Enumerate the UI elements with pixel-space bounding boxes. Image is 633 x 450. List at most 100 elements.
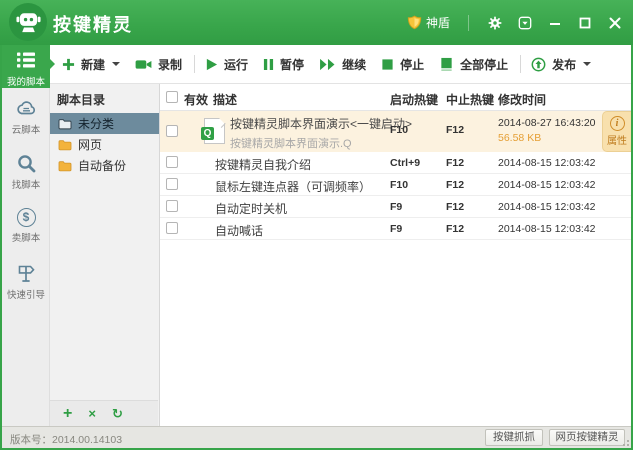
publish-button-label: 发布 — [552, 57, 577, 72]
table-row[interactable]: 自动定时关机 F9 F12 2014-08-15 12:03:42 — [160, 196, 631, 218]
folder-item-auto-backup[interactable]: 自动备份 — [50, 155, 159, 176]
active-item-arrow — [50, 59, 55, 69]
run-button[interactable]: 运行 — [205, 56, 248, 73]
table-row[interactable]: Q 按键精灵脚本界面演示<一键启动> 按键精灵脚本界面演示.Q F10 F12 … — [160, 111, 631, 152]
info-icon: i — [609, 116, 625, 131]
shield-button[interactable]: 神盾 — [407, 14, 450, 31]
search-icon — [15, 152, 37, 174]
web-macro-button[interactable]: 网页按键精灵 — [549, 429, 625, 446]
script-list-icon — [15, 49, 37, 71]
abort-hotkey: F12 — [446, 201, 465, 213]
publish-button[interactable]: 发布 — [531, 56, 592, 73]
directory-title: 脚本目录 — [57, 93, 106, 107]
sidebar-item-my-scripts[interactable]: 我的脚本 — [2, 45, 50, 88]
key-capture-button[interactable]: 按键抓抓 — [485, 429, 543, 446]
script-table: 有效 描述 启动热键 中止热键 修改时间 Q 按键精灵脚本界面演示<一键启动> … — [160, 84, 631, 426]
start-hotkey: F9 — [390, 223, 403, 235]
shield-label: 神盾 — [425, 16, 450, 30]
sidebar-item-label: 我的脚本 — [7, 77, 46, 88]
script-directory-panel: 脚本目录 未分类 网页 自动备份 + × ↻ — [50, 84, 160, 426]
table-row[interactable]: 自动喊话 F9 F12 2014-08-15 12:03:42 — [160, 218, 631, 240]
column-header-valid: 有效 — [184, 93, 209, 107]
row-checkbox[interactable] — [166, 125, 178, 137]
start-hotkey: Ctrl+9 — [390, 157, 421, 169]
column-header-modified: 修改时间 — [498, 93, 547, 107]
abort-hotkey: F12 — [446, 179, 465, 191]
sidebar-item-quick-guide[interactable]: 快速引导 — [2, 258, 50, 308]
stop-all-button[interactable]: 全部停止 — [439, 56, 508, 73]
folder-label: 自动备份 — [78, 159, 127, 173]
app-body: 我的脚本 云脚本 找脚本 $ 卖脚本 快速引导 新建 录制 运行 暂停 继续 停… — [2, 45, 631, 448]
folder-icon — [58, 118, 72, 130]
table-header: 有效 描述 启动热键 中止热键 修改时间 — [160, 84, 631, 111]
publish-icon — [531, 57, 546, 72]
stop-button-label: 停止 — [400, 57, 425, 72]
plus-icon — [62, 58, 75, 71]
sidebar-item-label: 快速引导 — [7, 290, 46, 301]
table-row[interactable]: 鼠标左键连点器（可调频率） F10 F12 2014-08-15 12:03:4… — [160, 174, 631, 196]
select-all-checkbox[interactable] — [166, 91, 178, 103]
toolbar: 新建 录制 运行 暂停 继续 停止 全部停止 发布 — [50, 45, 631, 84]
minimize-icon — [549, 17, 561, 29]
column-header-description: 描述 — [213, 93, 238, 107]
pause-button[interactable]: 暂停 — [263, 56, 304, 73]
script-title: 鼠标左键连点器（可调频率） — [215, 180, 372, 194]
app-title: 按键精灵 — [53, 15, 133, 35]
dollar-glyph: $ — [22, 210, 30, 224]
resume-button[interactable]: 继续 — [319, 56, 366, 73]
maximize-button[interactable] — [577, 15, 593, 31]
fast-forward-icon — [319, 58, 336, 71]
sidebar: 我的脚本 云脚本 找脚本 $ 卖脚本 快速引导 — [2, 45, 55, 426]
cloud-icon — [15, 97, 37, 119]
folder-icon — [58, 139, 72, 151]
stop-icon — [381, 58, 394, 71]
delete-folder-button[interactable]: × — [88, 407, 96, 420]
sidebar-item-find-scripts[interactable]: 找脚本 — [2, 148, 50, 198]
add-folder-button[interactable]: + — [63, 405, 72, 422]
statusbar: 版本号：2014.00.14103 按键抓抓 网页按键精灵 — [2, 426, 631, 448]
sidebar-item-cloud-scripts[interactable]: 云脚本 — [2, 93, 50, 143]
modified-time: 2014-08-15 12:03:42 — [498, 179, 596, 191]
table-row[interactable]: 按键精灵自我介绍 Ctrl+9 F12 2014-08-15 12:03:42 — [160, 152, 631, 174]
script-title: 自动定时关机 — [215, 202, 288, 216]
modified-time: 2014-08-15 12:03:42 — [498, 201, 596, 213]
refresh-button[interactable]: ↻ — [112, 407, 123, 420]
column-header-abort-hotkey: 中止热键 — [446, 93, 495, 107]
new-button[interactable]: 新建 — [62, 56, 121, 73]
row-checkbox[interactable] — [166, 200, 178, 212]
stop-button[interactable]: 停止 — [381, 56, 424, 73]
properties-tab[interactable]: i 属性 — [602, 111, 631, 152]
modified-time: 2014-08-15 12:03:42 — [498, 223, 596, 235]
close-icon — [609, 17, 621, 29]
row-checkbox[interactable] — [166, 178, 178, 190]
sidebar-item-sell-scripts[interactable]: $ 卖脚本 — [2, 203, 50, 253]
close-button[interactable] — [607, 15, 623, 31]
folder-label: 未分类 — [78, 117, 115, 131]
toolbar-separator — [520, 55, 522, 73]
sidebar-item-label: 找脚本 — [11, 180, 41, 191]
script-file-icon: Q — [201, 118, 226, 144]
row-checkbox[interactable] — [166, 156, 178, 168]
new-button-label: 新建 — [81, 57, 106, 72]
pause-icon — [263, 58, 274, 71]
minimize-button[interactable] — [547, 15, 563, 31]
folder-item-web[interactable]: 网页 — [50, 134, 159, 155]
resize-grip[interactable] — [621, 438, 629, 446]
file-size: 56.58 KB — [498, 132, 542, 144]
pause-button-label: 暂停 — [280, 57, 305, 72]
skin-button[interactable] — [517, 15, 533, 31]
start-hotkey: F10 — [390, 124, 409, 136]
row-checkbox[interactable] — [166, 222, 178, 234]
folder-item-uncategorized[interactable]: 未分类 — [50, 113, 159, 134]
record-button-label: 录制 — [158, 57, 183, 72]
start-hotkey: F10 — [390, 179, 409, 191]
titlebar-separator — [468, 14, 469, 31]
gear-icon — [488, 15, 502, 30]
modified-time: 2014-08-15 12:03:42 — [498, 157, 596, 169]
settings-button[interactable] — [487, 15, 503, 31]
directory-actions: + × ↻ — [50, 400, 158, 426]
abort-hotkey: F12 — [446, 157, 465, 169]
properties-tab-label: 属性 — [607, 136, 627, 147]
run-button-label: 运行 — [224, 57, 249, 72]
record-button[interactable]: 录制 — [135, 56, 182, 73]
